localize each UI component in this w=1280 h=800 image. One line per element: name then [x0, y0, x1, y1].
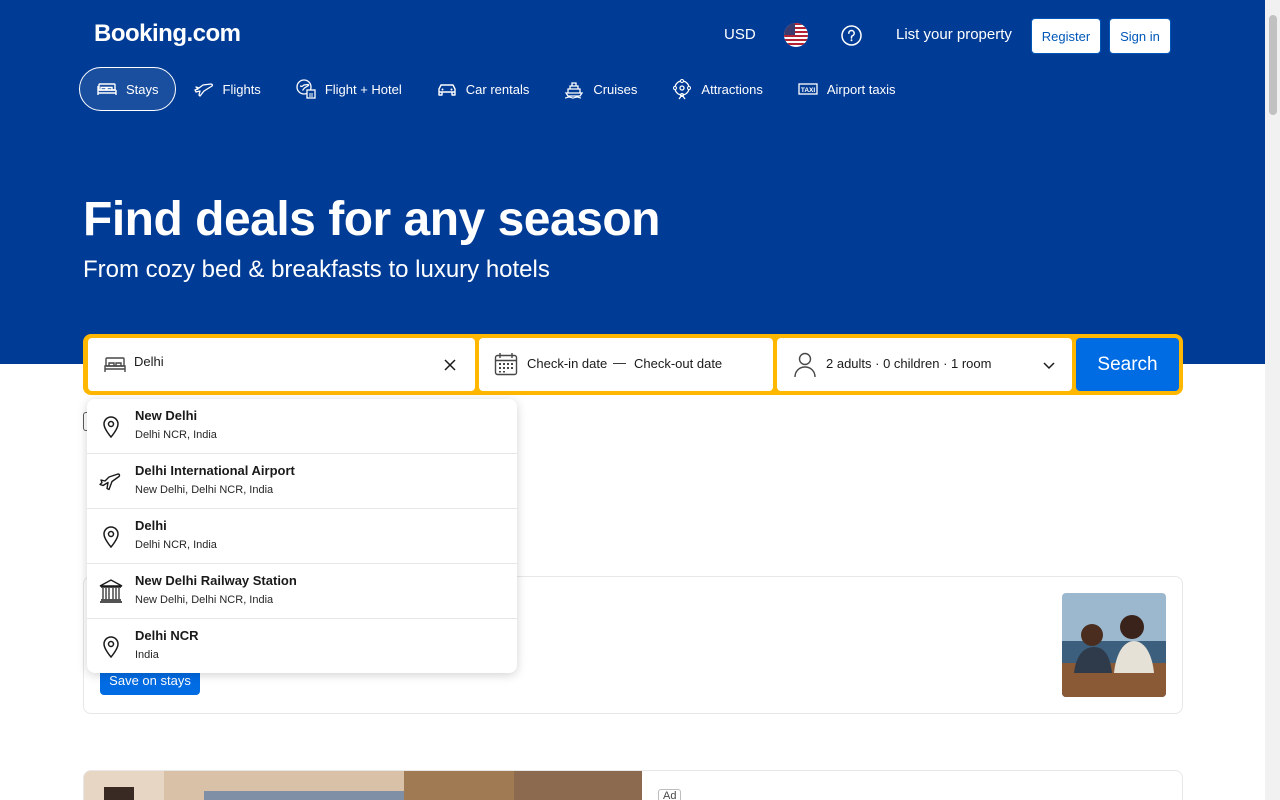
clear-icon[interactable] [443, 358, 457, 372]
guests-field[interactable]: 2 adults · 0 children · 1 room [777, 338, 1072, 391]
destination-input[interactable] [134, 354, 424, 369]
location-pin-icon [103, 526, 119, 549]
suggestion-item[interactable]: New Delhi Railway Station New Delhi, Del… [87, 564, 517, 619]
suggestion-item[interactable]: Delhi NCR India [87, 619, 517, 673]
suggestion-subtitle: Delhi NCR, India [135, 539, 217, 551]
location-pin-icon [103, 416, 119, 439]
currency-selector[interactable]: USD [724, 26, 756, 43]
checkin-date[interactable]: Check-in date [527, 356, 607, 371]
scrollbar-thumb[interactable] [1269, 15, 1277, 115]
svg-text:TAXI: TAXI [801, 87, 816, 94]
tab-cruises[interactable]: Cruises [546, 67, 654, 111]
suggestion-title: Delhi NCR [135, 628, 199, 643]
ad-card[interactable]: Ad [83, 770, 1183, 800]
plane-icon [193, 83, 213, 97]
checkout-date[interactable]: Check-out date [634, 356, 722, 371]
suggestion-title: New Delhi [135, 408, 198, 423]
tab-car-rentals[interactable]: Car rentals [419, 67, 547, 111]
tab-label: Flights [222, 81, 261, 97]
airport-plane-icon [99, 473, 121, 491]
tab-attractions[interactable]: Attractions [654, 67, 779, 111]
tab-label: Attractions [701, 81, 763, 97]
booking-logo[interactable]: Booking.com [94, 20, 241, 48]
suggestion-title: Delhi International Airport [135, 463, 295, 478]
tab-stays[interactable]: Stays [79, 67, 176, 111]
search-bar: Check-in date — Check-out date 2 adults … [83, 334, 1183, 395]
tab-flights[interactable]: Flights [176, 67, 278, 111]
person-icon [794, 352, 816, 378]
tab-label: Airport taxis [826, 81, 896, 97]
ad-badge: Ad [658, 789, 682, 800]
hero-title: Find deals for any season [83, 193, 661, 246]
suggestion-subtitle: India [135, 649, 159, 661]
bed-icon [97, 83, 117, 95]
calendar-icon [494, 353, 518, 376]
taxi-icon: TAXI [798, 83, 818, 95]
destination-field[interactable] [88, 338, 475, 391]
location-pin-icon [103, 636, 119, 659]
register-button[interactable]: Register [1031, 18, 1101, 54]
tab-flight-hotel[interactable]: Flight + Hotel [278, 67, 419, 111]
landmark-icon [99, 579, 123, 603]
us-flag-icon[interactable] [784, 23, 808, 47]
bed-icon [104, 357, 126, 372]
sign-in-button[interactable]: Sign in [1109, 18, 1171, 54]
tab-label: Car rentals [465, 81, 530, 97]
suggestion-item[interactable]: Delhi Delhi NCR, India [87, 509, 517, 564]
suggestion-subtitle: New Delhi, Delhi NCR, India [135, 484, 274, 496]
suggestion-subtitle: Delhi NCR, India [135, 429, 217, 441]
guests-summary: 2 adults · 0 children · 1 room [826, 356, 992, 371]
car-icon [438, 84, 456, 96]
suggestion-item[interactable]: Delhi International Airport New Delhi, D… [87, 454, 517, 509]
dates-field[interactable]: Check-in date — Check-out date [479, 338, 773, 391]
tab-label: Stays [126, 81, 159, 97]
date-separator: — [613, 355, 626, 370]
tab-airport-taxis[interactable]: TAXI Airport taxis [780, 67, 913, 111]
search-button[interactable]: Search [1076, 338, 1179, 391]
promo-photo [1062, 593, 1166, 697]
product-nav: Stays Flights Flight + Hotel Car rentals… [79, 67, 912, 111]
cruise-icon [565, 82, 584, 99]
list-property-link[interactable]: List your property [896, 26, 1012, 43]
tab-label: Cruises [593, 81, 638, 97]
hero-banner [0, 0, 1280, 364]
suggestion-subtitle: New Delhi, Delhi NCR, India [135, 594, 274, 606]
help-icon[interactable] [841, 25, 862, 46]
suggestion-item[interactable]: New Delhi Delhi NCR, India [87, 399, 517, 454]
tab-label: Flight + Hotel [324, 81, 402, 97]
hero-subtitle: From cozy bed & breakfasts to luxury hot… [83, 256, 550, 283]
chevron-down-icon [1043, 362, 1055, 370]
suggestion-title: Delhi [135, 518, 167, 533]
attractions-icon [673, 79, 692, 100]
flight-hotel-icon [296, 79, 316, 99]
autocomplete-dropdown: New Delhi Delhi NCR, India Delhi Interna… [87, 399, 517, 673]
page-scrollbar[interactable] [1265, 0, 1280, 800]
suggestion-title: New Delhi Railway Station [135, 573, 297, 588]
ad-photo [84, 771, 642, 800]
